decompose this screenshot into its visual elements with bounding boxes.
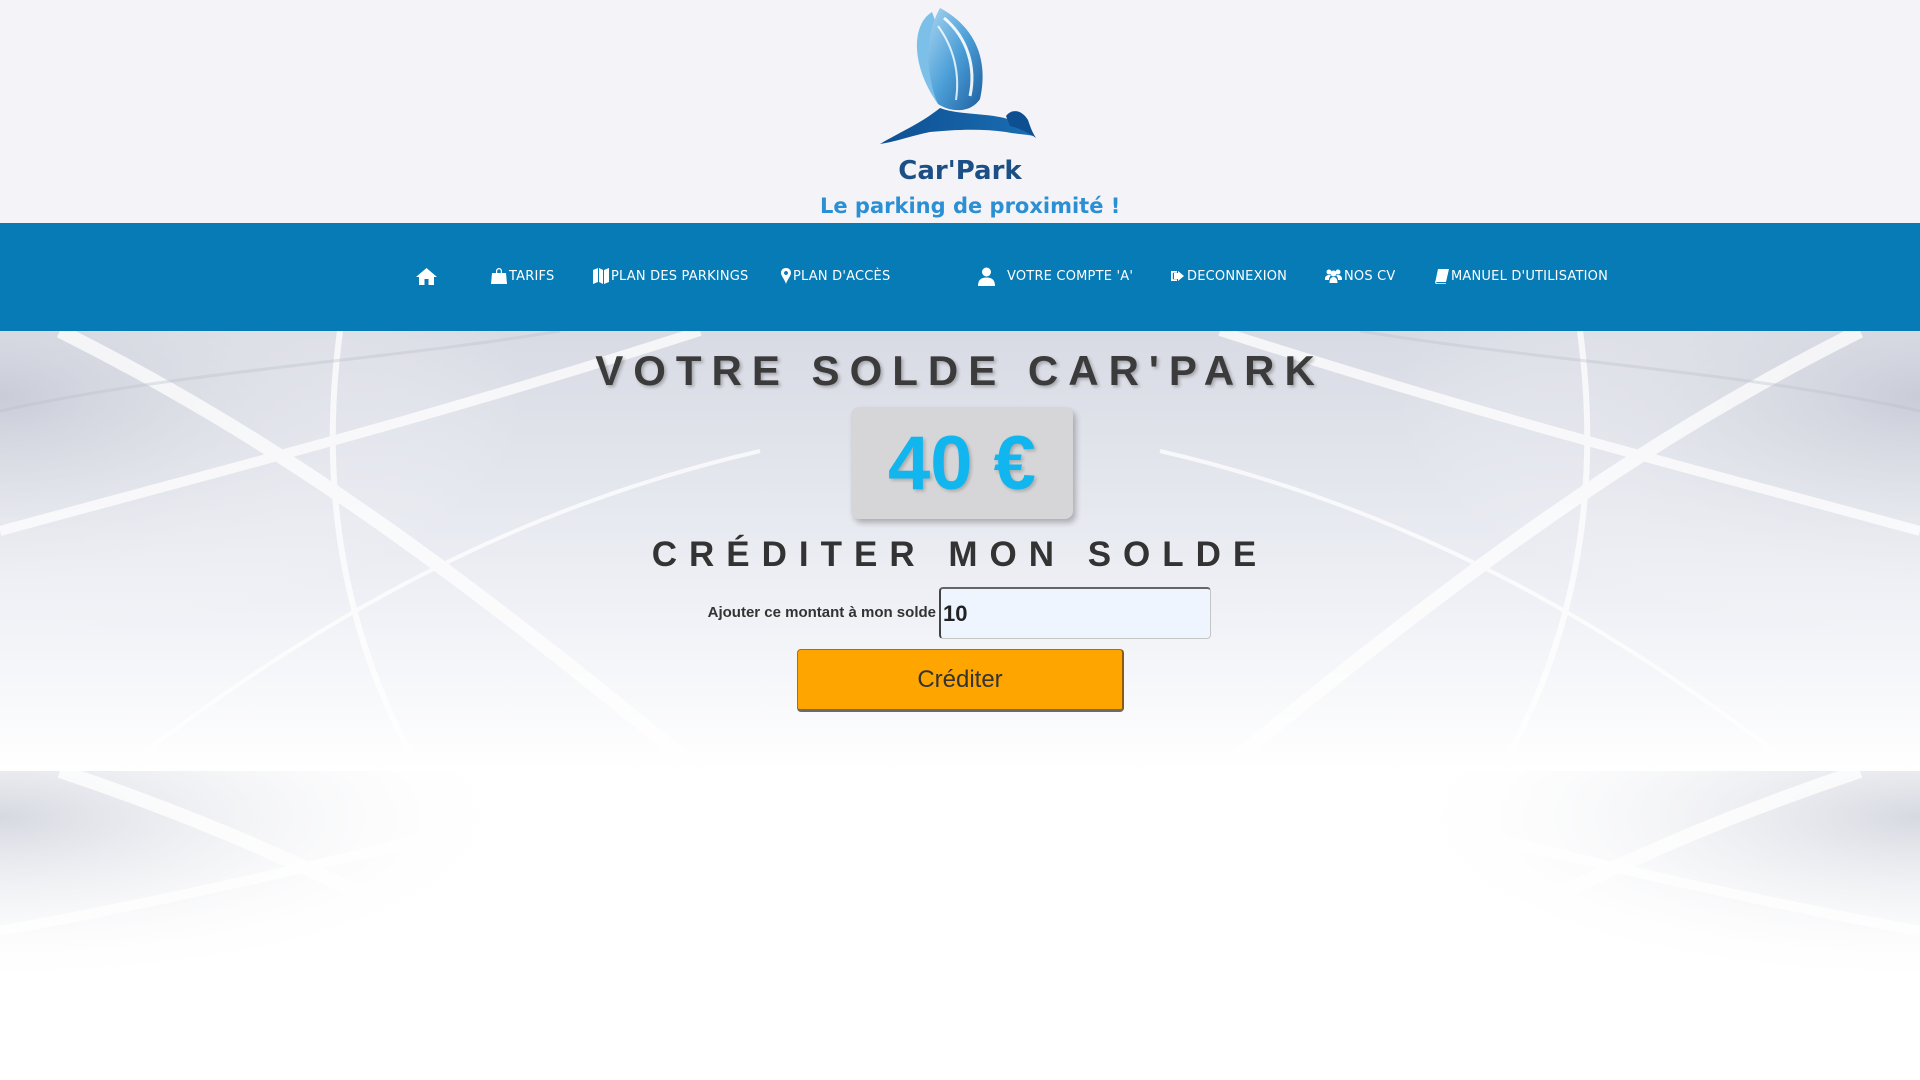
nav-home[interactable] bbox=[416, 261, 439, 291]
amount-label: Ajouter ce montant à mon solde bbox=[707, 604, 936, 621]
amount-input[interactable] bbox=[939, 587, 1211, 639]
user-icon bbox=[978, 267, 995, 286]
nav-manuel[interactable]: MANUEL D'UTILISATION bbox=[1435, 261, 1608, 291]
nav-nos-cv-label: NOS CV bbox=[1344, 268, 1396, 284]
nav-tarifs-label: TARIFS bbox=[509, 268, 555, 284]
credit-button[interactable]: Créditer bbox=[797, 649, 1124, 712]
brand-tagline: Le parking de proximité ! bbox=[820, 194, 1121, 218]
site-header: Car'Park Le parking de proximité ! bbox=[0, 0, 1920, 223]
map-marker-icon bbox=[781, 268, 791, 284]
balance-value: 40 € bbox=[888, 420, 1036, 506]
nav-votre-compte-label: VOTRE COMPTE 'A' bbox=[1007, 268, 1134, 284]
nav-plan-parkings-label: PLAN DES PARKINGS bbox=[611, 268, 749, 284]
nav-plan-acces[interactable]: PLAN D'ACCÈS bbox=[781, 261, 890, 291]
balance-title: VOTRE SOLDE CAR'PARK bbox=[595, 347, 1325, 394]
nav-deconnexion[interactable]: DECONNEXION bbox=[1171, 261, 1287, 291]
home-icon bbox=[416, 267, 437, 285]
bird-logo-icon bbox=[880, 8, 1036, 144]
nav-manuel-label: MANUEL D'UTILISATION bbox=[1451, 268, 1608, 284]
brand-name: Car'Park bbox=[898, 156, 1022, 186]
carpark-logo[interactable]: Car'Park Le parking de proximité ! bbox=[820, 4, 1121, 222]
nav-plan-parkings[interactable]: PLAN DES PARKINGS bbox=[593, 261, 748, 291]
users-icon bbox=[1325, 269, 1342, 283]
map-icon bbox=[593, 268, 609, 284]
main-navbar: TARIFS PLAN DES PARKINGS PLAN D'ACCÈS VO… bbox=[0, 223, 1920, 331]
shopping-bag-icon bbox=[491, 268, 507, 284]
nav-plan-acces-label: PLAN D'ACCÈS bbox=[793, 268, 891, 284]
nav-votre-compte[interactable]: VOTRE COMPTE 'A' bbox=[978, 261, 1133, 291]
sign-out-icon bbox=[1171, 269, 1185, 283]
book-icon bbox=[1435, 268, 1449, 284]
nav-deconnexion-label: DECONNEXION bbox=[1187, 268, 1288, 284]
balance-display: 40 € bbox=[851, 407, 1073, 519]
nav-tarifs[interactable]: TARIFS bbox=[491, 261, 554, 291]
credit-title: CRÉDITER MON SOLDE bbox=[651, 535, 1269, 574]
nav-nos-cv[interactable]: NOS CV bbox=[1325, 261, 1396, 291]
